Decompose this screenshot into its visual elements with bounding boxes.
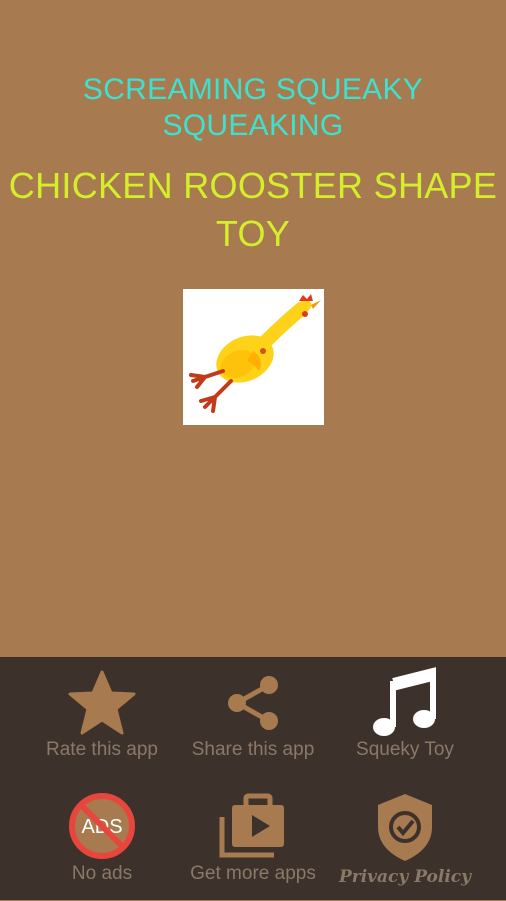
apps-icon [218, 793, 288, 864]
music-note-icon [371, 667, 439, 744]
title-line-2: CHICKEN ROOSTER SHAPE TOY [8, 165, 498, 254]
star-icon [67, 669, 137, 742]
rate-app-label: Rate this app [46, 739, 158, 760]
privacy-policy-button[interactable]: Privacy Policy [320, 781, 490, 901]
shield-check-icon [374, 791, 436, 868]
rubber-chicken-image[interactable] [183, 289, 324, 425]
share-icon [225, 673, 281, 738]
no-ads-button[interactable]: ADS No ads [17, 781, 187, 901]
squeky-toy-label: Squeky Toy [356, 739, 454, 760]
squeky-toy-button[interactable]: Squeky Toy [320, 657, 490, 777]
no-ads-label: No ads [71, 863, 133, 884]
get-more-apps-button[interactable]: Get more apps [168, 781, 338, 901]
share-app-label: Share this app [191, 739, 315, 760]
main-area: SCREAMING SQUEAKY SQUEAKING CHICKEN ROOS… [0, 0, 506, 657]
title-line-1: SCREAMING SQUEAKY SQUEAKING [82, 73, 424, 142]
get-more-apps-label: Get more apps [190, 863, 316, 884]
no-ads-icon: ADS [67, 791, 137, 866]
rate-app-button[interactable]: Rate this app [17, 657, 187, 777]
share-app-button[interactable]: Share this app [168, 657, 338, 777]
bottom-bar: Rate this app Share this app Squeky Toy … [0, 657, 506, 900]
privacy-policy-label: Privacy Policy [338, 867, 472, 887]
